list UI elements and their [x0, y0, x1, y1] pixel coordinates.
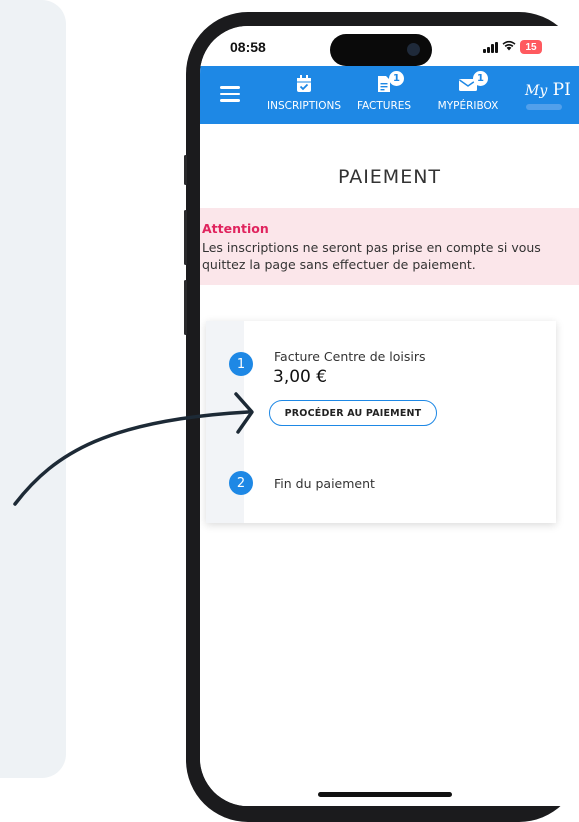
proceed-payment-button[interactable]: PROCÉDER AU PAIEMENT — [269, 400, 437, 426]
envelope-icon: 1 — [458, 71, 488, 93]
myperibox-badge: 1 — [473, 71, 488, 86]
camera-icon — [407, 43, 420, 56]
calendar-check-icon — [294, 75, 314, 93]
phone-volume-down-button — [184, 280, 187, 335]
hamburger-menu-icon[interactable] — [220, 86, 240, 102]
status-time: 08:58 — [230, 39, 266, 55]
step-1-title: Facture Centre de loisirs — [274, 349, 426, 364]
phone-screen: 08:58 15 INSCRIPTIONS 1 FACTURES 1 MYPÉR… — [200, 26, 579, 806]
main-content: PAIEMENT Attention Les inscriptions ne s… — [200, 124, 579, 806]
invoice-icon: 1 — [374, 71, 404, 93]
nav-item-myperibox[interactable]: 1 MYPÉRIBOX — [426, 66, 510, 124]
page-title: PAIEMENT — [337, 166, 442, 188]
step-1-number: 1 — [229, 352, 253, 376]
invoice-amount: 3,00 € — [273, 367, 328, 387]
alert-title: Attention — [202, 221, 269, 236]
nav-item-factures[interactable]: 1 FACTURES — [352, 66, 416, 124]
status-icons: 15 — [483, 39, 542, 55]
alert-text: Les inscriptions ne seront pas prise en … — [202, 240, 541, 272]
nav-item-myperibox-label: MYPÉRIBOX — [437, 100, 499, 112]
payment-steps-card: 1 Facture Centre de loisirs 3,00 € PROCÉ… — [206, 321, 556, 523]
wifi-icon — [502, 40, 516, 54]
nav-item-inscriptions[interactable]: INSCRIPTIONS — [264, 66, 344, 124]
step-2-number: 2 — [229, 471, 253, 495]
brand-text: PI — [552, 80, 571, 100]
battery-icon: 15 — [520, 40, 542, 54]
dynamic-island — [330, 34, 432, 66]
factures-badge: 1 — [389, 71, 404, 86]
brand-username-blur — [526, 104, 562, 110]
signal-icon — [483, 41, 498, 53]
warning-alert: Attention Les inscriptions ne seront pas… — [200, 208, 579, 285]
nav-item-inscriptions-label: INSCRIPTIONS — [267, 100, 341, 112]
home-indicator — [318, 792, 452, 797]
phone-side-button — [184, 155, 187, 185]
step-2-title: Fin du paiement — [274, 476, 375, 491]
side-panel — [0, 0, 66, 778]
brand-logo[interactable]: My PI — [525, 80, 571, 100]
nav-bar: INSCRIPTIONS 1 FACTURES 1 MYPÉRIBOX My P… — [200, 66, 579, 124]
phone-volume-up-button — [184, 210, 187, 265]
nav-item-factures-label: FACTURES — [356, 100, 412, 112]
status-bar: 08:58 15 — [200, 26, 579, 66]
brand-script: My — [525, 83, 548, 99]
